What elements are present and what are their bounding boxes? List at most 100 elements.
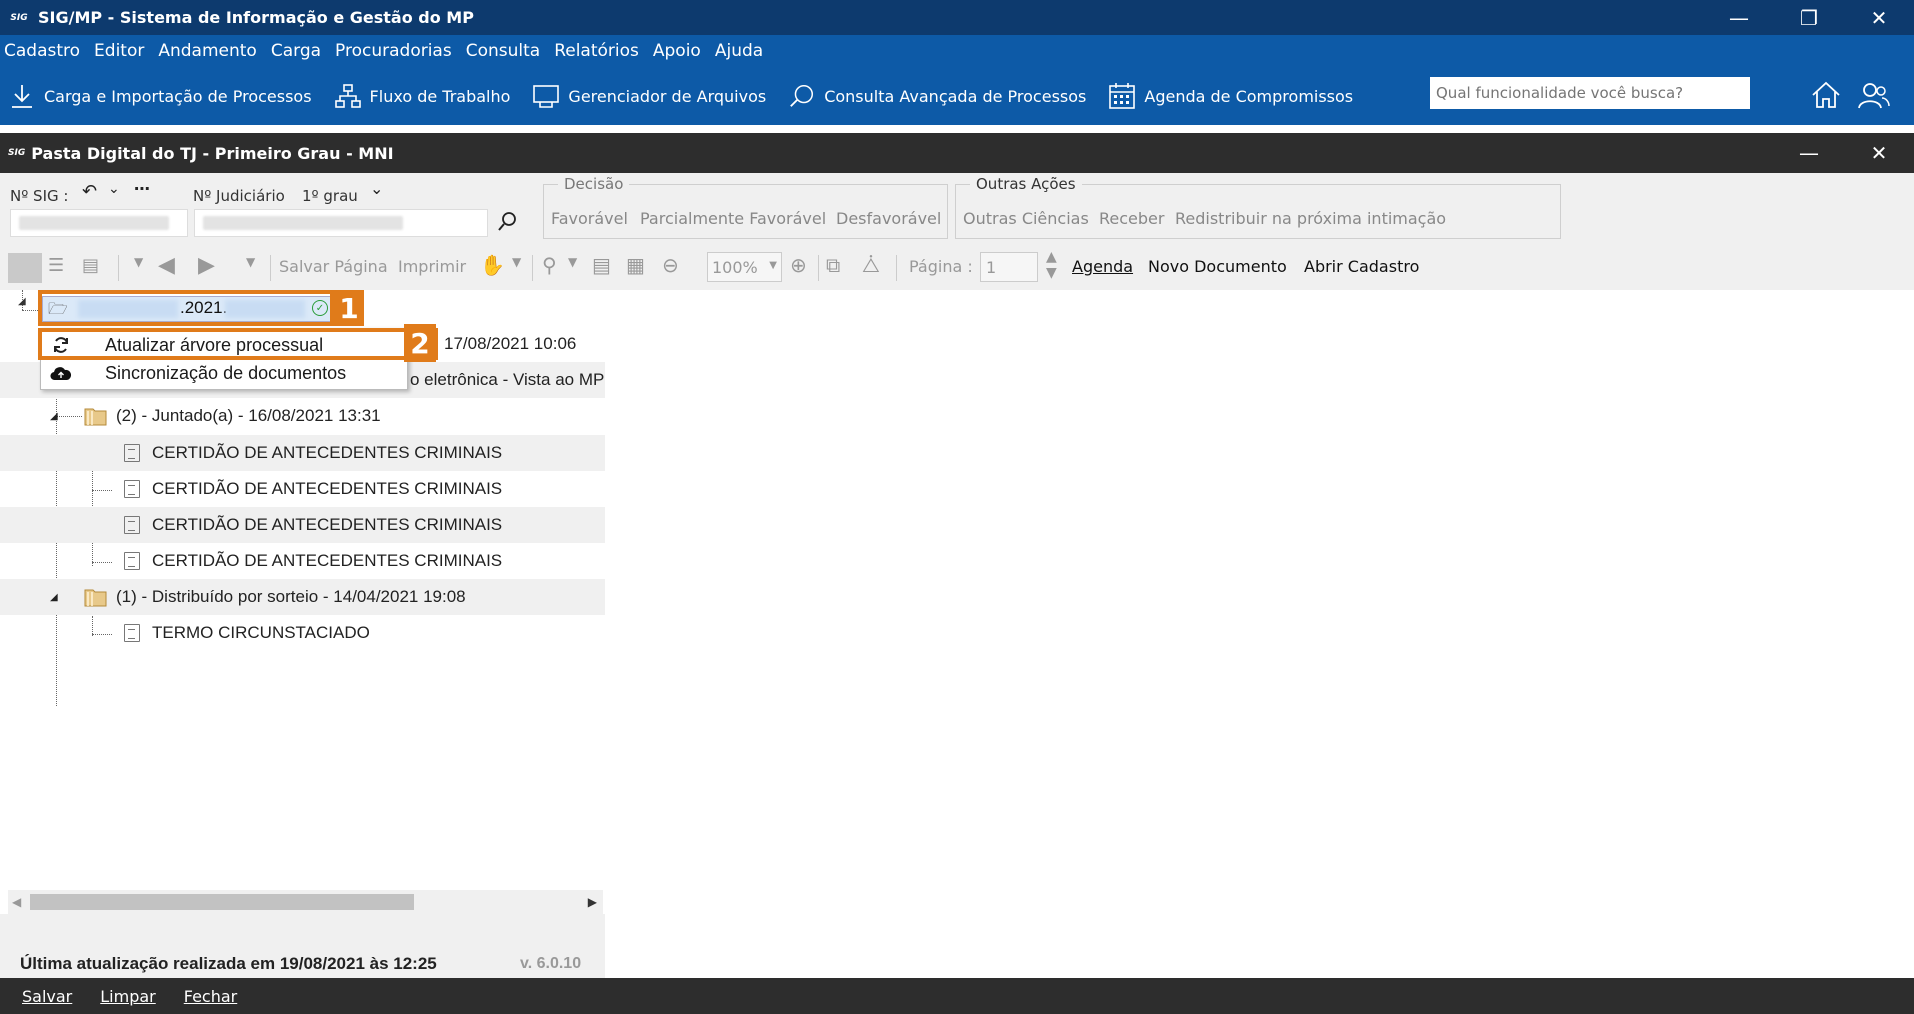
pagina-input[interactable]: 1: [980, 252, 1038, 282]
gerenciador-arquivos-label: Gerenciador de Arquivos: [568, 86, 767, 106]
chevron-down-icon[interactable]: ▼: [134, 255, 143, 269]
pagina-value: 1: [986, 258, 997, 277]
desfavoravel-button[interactable]: Desfavorável: [836, 209, 941, 228]
minimize-icon[interactable]: —: [1704, 0, 1774, 35]
functionality-search-input[interactable]: [1430, 77, 1750, 109]
pdf-document-icon: [124, 516, 140, 534]
favoravel-button[interactable]: Favorável: [551, 209, 628, 228]
document-viewer[interactable]: [605, 290, 1914, 978]
chevron-down-icon[interactable]: ⌄: [108, 181, 120, 197]
close-icon[interactable]: ✕: [1844, 133, 1914, 173]
menu-consulta[interactable]: Consulta: [466, 41, 540, 61]
grau-dropdown-icon[interactable]: ⌄: [370, 179, 383, 198]
carga-importacao-button[interactable]: Carga e Importação de Processos: [8, 82, 312, 110]
salvar-pagina-button[interactable]: Salvar Página: [279, 257, 388, 276]
document-toolbar: ☰ ▤ ▼ ◀ ▶ ▼ Salvar Página Imprimir ✋ ▼ ⚲…: [0, 245, 1914, 290]
fit-page-icon[interactable]: ▦: [626, 253, 645, 277]
tree-node-label: (1) - Distribuído por sorteio - 14/04/20…: [116, 587, 466, 606]
undo-icon[interactable]: ↶: [82, 181, 97, 202]
gerenciador-arquivos-button[interactable]: Gerenciador de Arquivos: [532, 82, 766, 110]
tree-node-distribuido[interactable]: ◢ (1) - Distribuído por sorteio - 14/04/…: [0, 579, 605, 615]
fechar-label: Fechar: [183, 986, 238, 1006]
workflow-icon: [334, 82, 362, 110]
window-controls-2: — ✕: [1774, 133, 1914, 173]
menu-editor[interactable]: Editor: [94, 41, 144, 61]
receber-button[interactable]: Receber: [1099, 209, 1164, 228]
chevron-down-icon[interactable]: ▼: [568, 255, 577, 269]
tree-leaf-certidao-2[interactable]: CERTIDÃO DE ANTECEDENTES CRIMINAIS: [0, 471, 605, 507]
njud-field[interactable]: [194, 209, 488, 237]
users-icon[interactable]: [1854, 75, 1894, 115]
zoom-in-icon[interactable]: ⊕: [790, 253, 807, 277]
outras-ciencias-button[interactable]: Outras Ciências: [963, 209, 1089, 228]
more-icon[interactable]: ⋯: [134, 179, 150, 198]
fluxo-trabalho-button[interactable]: Fluxo de Trabalho: [334, 82, 510, 110]
previous-icon[interactable]: ◀: [158, 253, 175, 278]
tree-view-icon[interactable]: [8, 253, 42, 283]
expand-tree-icon[interactable]: ☰: [48, 255, 64, 276]
hand-tool-icon[interactable]: ✋: [480, 253, 505, 277]
tree-horizontal-scrollbar[interactable]: ◀ ▶: [8, 890, 603, 914]
menu-item-sincronizacao[interactable]: Sincronização de documentos: [41, 359, 407, 387]
tree-leaf-certidao-4[interactable]: CERTIDÃO DE ANTECEDENTES CRIMINAIS: [0, 543, 605, 579]
scrollbar-thumb[interactable]: [30, 894, 414, 910]
status-area: Última atualização realizada em 19/08/20…: [0, 914, 605, 978]
zoom-select[interactable]: 100% ▼: [707, 252, 782, 282]
zoom-icon[interactable]: ⚲: [542, 253, 557, 277]
imprimir-button[interactable]: Imprimir: [398, 257, 466, 276]
tree-leaf-termo[interactable]: TERMO CIRCUNSTACIADO: [0, 615, 605, 651]
fit-width-icon[interactable]: ▤: [592, 253, 611, 277]
menu-relatorios[interactable]: Relatórios: [554, 41, 639, 61]
restore-icon[interactable]: ❐: [1774, 0, 1844, 35]
callout-highlight-2: [38, 328, 438, 360]
cloud-sync-icon: [41, 365, 81, 381]
scroll-right-icon[interactable]: ▶: [588, 895, 597, 909]
parcialmente-favoravel-button[interactable]: Parcialmente Favorável: [640, 209, 826, 228]
rotate-left-icon[interactable]: ⧉: [826, 253, 840, 277]
fechar-button[interactable]: Fechar: [184, 987, 238, 1006]
rotate-right-icon[interactable]: ⧊: [862, 253, 880, 277]
menu-cadastro[interactable]: Cadastro: [4, 41, 80, 61]
collapse-icon[interactable]: ◢: [18, 296, 26, 307]
tree-leaf-certidao-3[interactable]: CERTIDÃO DE ANTECEDENTES CRIMINAIS: [0, 507, 605, 543]
nsig-field[interactable]: [10, 209, 188, 237]
scroll-left-icon[interactable]: ◀: [12, 895, 21, 909]
minimize-icon[interactable]: —: [1774, 133, 1844, 173]
collapse-icon[interactable]: ◢: [50, 411, 58, 422]
consulta-avancada-button[interactable]: Consulta Avançada de Processos: [788, 82, 1086, 110]
calendar-icon: [1108, 82, 1136, 110]
limpar-button[interactable]: Limpar: [100, 987, 155, 1006]
next-icon[interactable]: ▶: [198, 253, 215, 278]
salvar-button[interactable]: Salvar: [22, 987, 72, 1006]
search-icon[interactable]: [497, 211, 517, 237]
zoom-out-icon[interactable]: ⊖: [662, 253, 679, 277]
redistribuir-button[interactable]: Redistribuir na próxima intimação: [1175, 209, 1446, 228]
tree-node-juntado[interactable]: ◢ (2) - Juntado(a) - 16/08/2021 13:31: [0, 398, 605, 434]
menu-apoio[interactable]: Apoio: [653, 41, 701, 61]
home-icon[interactable]: [1806, 75, 1846, 115]
menu-carga[interactable]: Carga: [271, 41, 321, 61]
window-controls: — ❐ ✕: [1704, 0, 1914, 35]
agenda-button[interactable]: Agenda: [1072, 257, 1133, 276]
pdf-document-icon: [124, 552, 140, 570]
download-icon: [8, 82, 36, 110]
grau-label: 1º grau: [302, 187, 358, 205]
agenda-compromissos-button[interactable]: Agenda de Compromissos: [1108, 82, 1353, 110]
menu-ajuda[interactable]: Ajuda: [715, 41, 763, 61]
chevron-down-icon: ▼: [769, 260, 777, 271]
collapse-tree-icon[interactable]: ▤: [82, 255, 99, 276]
chevron-down-icon[interactable]: ▼: [512, 255, 521, 269]
menu-andamento[interactable]: Andamento: [158, 41, 256, 61]
window-titlebar: SIG Pasta Digital do TJ - Primeiro Grau …: [0, 133, 1914, 173]
chevron-down-icon[interactable]: ▼: [246, 255, 255, 269]
collapse-icon[interactable]: ◢: [50, 592, 58, 603]
tree-row-partial-1-text: 17/08/2021 10:06: [444, 334, 577, 353]
close-icon[interactable]: ✕: [1844, 0, 1914, 35]
version-text: v. 6.0.10: [520, 955, 582, 972]
menu-procuradorias[interactable]: Procuradorias: [335, 41, 452, 61]
callout-badge-1: 1: [334, 290, 364, 326]
abrir-cadastro-button[interactable]: Abrir Cadastro: [1304, 257, 1419, 276]
page-stepper-icon[interactable]: ▲ ▼: [1046, 249, 1057, 281]
tree-leaf-certidao-1[interactable]: CERTIDÃO DE ANTECEDENTES CRIMINAIS: [0, 435, 605, 471]
novo-documento-button[interactable]: Novo Documento: [1148, 257, 1287, 276]
